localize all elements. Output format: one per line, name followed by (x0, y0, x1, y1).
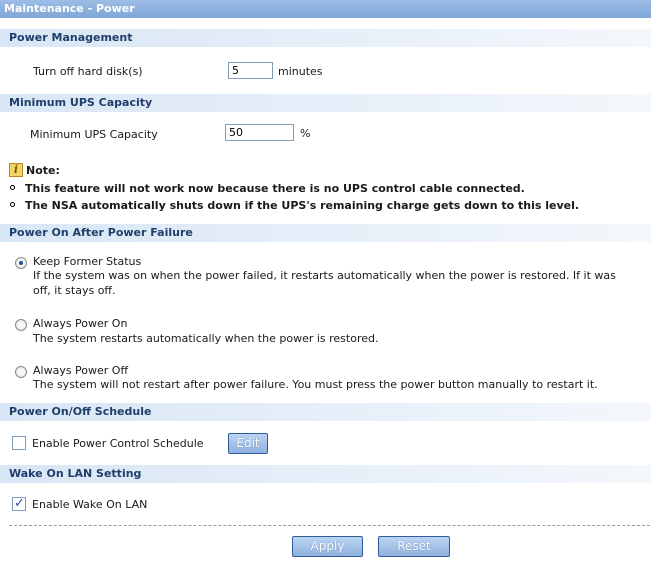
enable-wol-label: Enable Wake On LAN (32, 498, 148, 511)
ups-heading: Minimum UPS Capacity (0, 94, 651, 112)
bullet-icon (10, 185, 15, 190)
apply-button[interactable]: Apply (292, 536, 363, 557)
window-title: Maintenance - Power (0, 0, 651, 18)
option-always-power-on-desc: The system restarts automatically when t… (33, 332, 379, 345)
edit-button[interactable]: Edit (228, 433, 268, 454)
option-keep-former-status-desc: If the system was on when the power fail… (33, 269, 616, 282)
option-keep-former-status-desc-2: off, it stays off. (33, 284, 116, 297)
radio-always-power-on[interactable] (15, 319, 27, 331)
schedule-heading: Power On/Off Schedule (0, 403, 651, 421)
power-management-heading: Power Management (0, 29, 651, 47)
reset-button[interactable]: Reset (378, 536, 450, 557)
hdd-label: Turn off hard disk(s) (33, 65, 143, 78)
option-always-power-off-label: Always Power Off (33, 364, 129, 377)
enable-wol-checkbox[interactable]: ✓ (12, 496, 26, 511)
option-always-power-on-label: Always Power On (33, 317, 128, 330)
power-on-heading: Power On After Power Failure (0, 224, 651, 242)
ups-unit: % (300, 127, 311, 140)
note-item-1: This feature will not work now because t… (25, 182, 525, 195)
enable-schedule-checkbox[interactable] (12, 436, 26, 450)
ups-capacity-input[interactable] (225, 124, 294, 141)
bullet-icon (10, 202, 15, 207)
ups-label: Minimum UPS Capacity (30, 128, 158, 141)
note-label: Note: (26, 164, 60, 177)
divider (9, 525, 650, 526)
wol-heading: Wake On LAN Setting (0, 465, 651, 483)
option-keep-former-status-label: Keep Former Status (33, 255, 142, 268)
note-item-2: The NSA automatically shuts down if the … (25, 199, 580, 212)
option-always-power-off-desc: The system will not restart after power … (33, 378, 598, 391)
info-note-icon: i (9, 163, 23, 177)
radio-keep-former-status[interactable] (15, 257, 27, 269)
enable-schedule-label: Enable Power Control Schedule (32, 437, 204, 450)
hdd-unit: minutes (278, 65, 323, 78)
hdd-minutes-input[interactable] (228, 62, 273, 79)
checkmark-icon: ✓ (14, 496, 25, 511)
radio-always-power-off[interactable] (15, 366, 27, 378)
